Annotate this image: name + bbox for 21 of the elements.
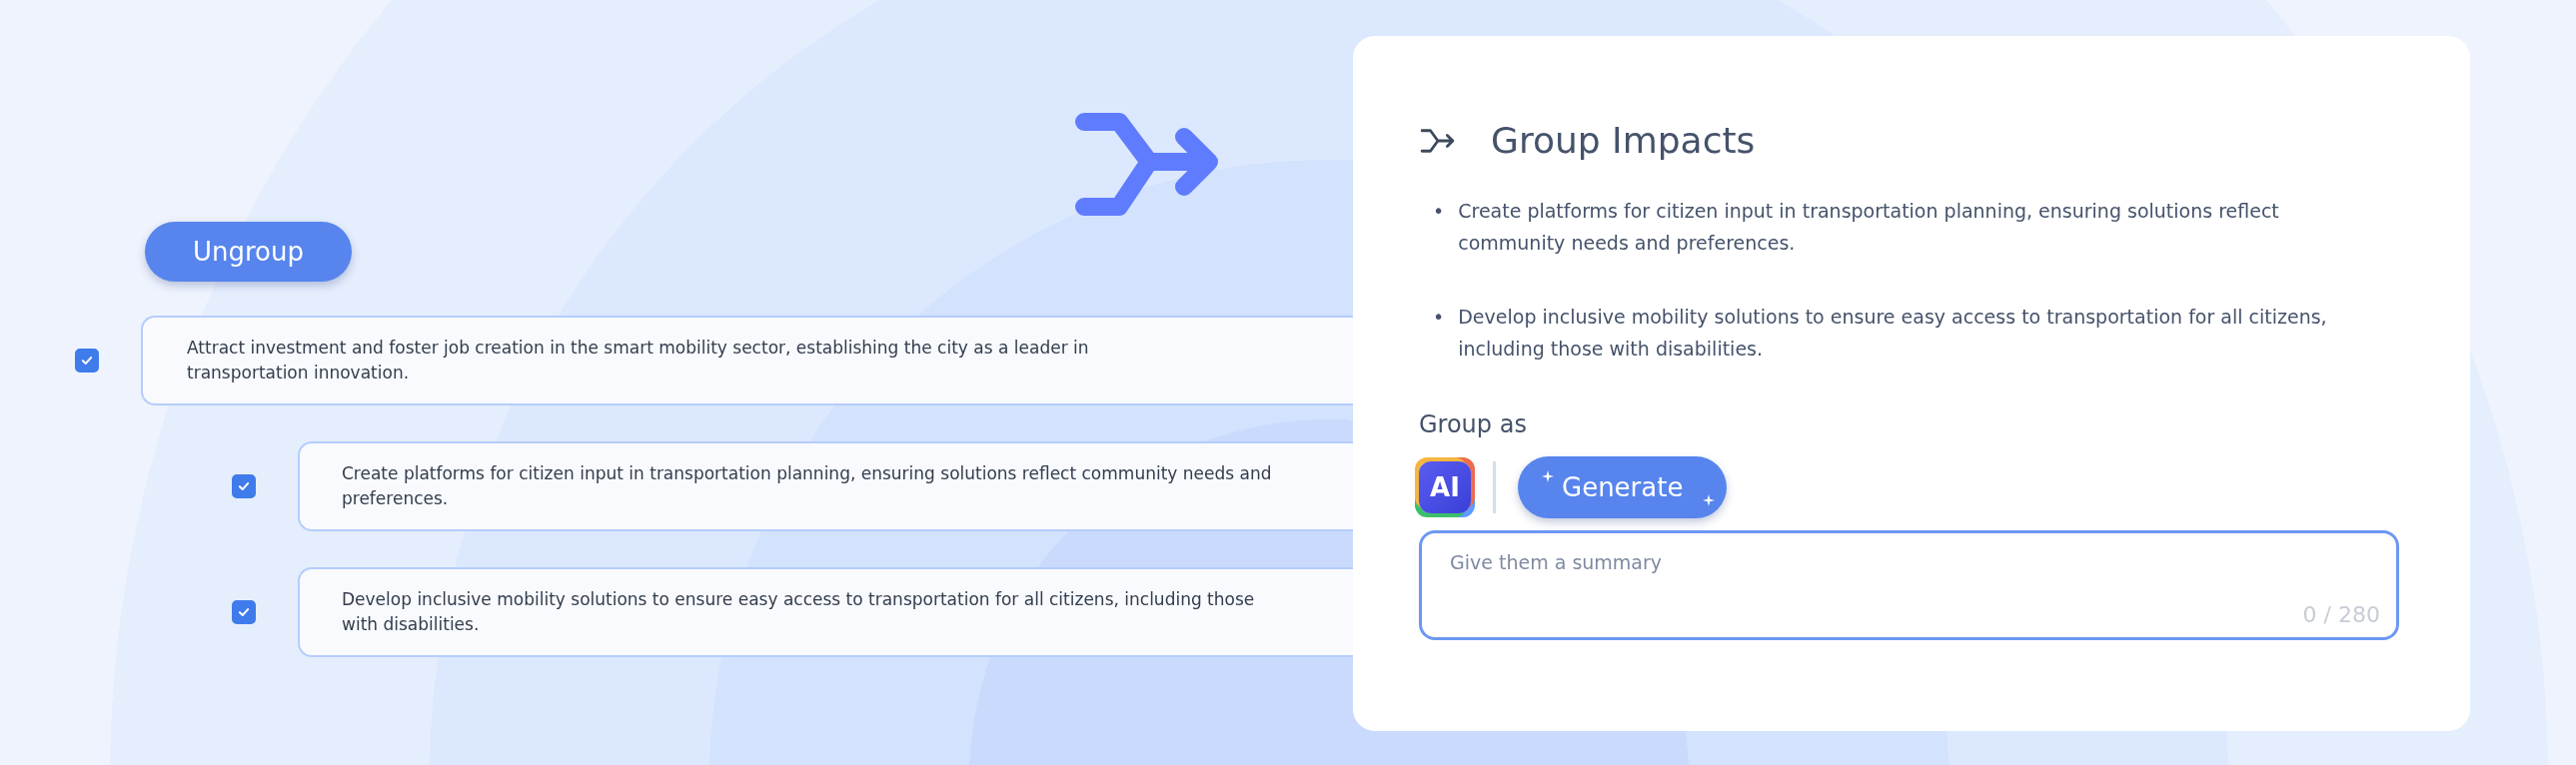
generate-button[interactable]: Generate <box>1518 456 1728 518</box>
panel-title: Group Impacts <box>1491 120 1756 161</box>
check-icon <box>237 605 251 619</box>
impact-card[interactable]: Develop inclusive mobility solutions to ensure easy access to transportation for all citizens, including those with disabilities. <box>298 567 1353 657</box>
sparkle-icon <box>1703 494 1716 506</box>
bullet-marker: • <box>1433 305 1445 330</box>
check-icon <box>237 479 251 493</box>
impact-card[interactable]: Attract investment and foster job creation in the smart mobility sector, establishing the city as a leader in transportation innovation. <box>141 316 1353 405</box>
bullet-marker: • <box>1433 199 1445 224</box>
impact-bullet: Create platforms for citizen input in transportation planning, ensuring solutions reflect community needs and preferences. <box>1458 199 2280 256</box>
check-icon <box>80 354 94 368</box>
ungroup-button[interactable]: Ungroup <box>145 222 352 282</box>
checkbox[interactable] <box>232 600 256 624</box>
sparkle-icon <box>1542 470 1554 482</box>
checkbox[interactable] <box>75 349 99 373</box>
impact-card[interactable]: Create platforms for citizen input in transportation planning, ensuring solutions reflect community needs and preferences. <box>298 441 1353 531</box>
impact-bullet: Develop inclusive mobility solutions to ensure easy access to transportation for all citizens, including those with disabilities. <box>1458 305 2328 362</box>
group-as-label: Group as <box>1419 410 1528 438</box>
checkbox[interactable] <box>232 474 256 498</box>
character-counter: 0 / 280 <box>2302 602 2380 627</box>
merge-arrow-icon <box>1419 126 1457 155</box>
